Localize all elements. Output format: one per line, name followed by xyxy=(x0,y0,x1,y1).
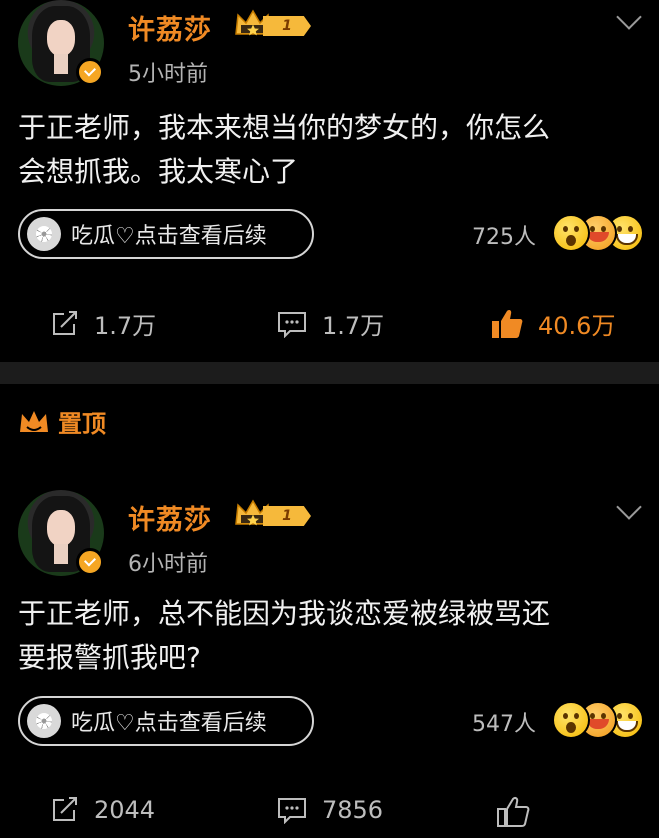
emoji-icon xyxy=(552,701,590,739)
post-text: 于正老师，我本来想当你的梦女的，你怎么 会想抓我。我太寒心了 xyxy=(18,106,638,194)
post-text-line: 要报警抓我吧? xyxy=(18,641,201,674)
repost-icon xyxy=(53,310,77,335)
like-icon xyxy=(497,797,530,827)
comment-count: 7856 xyxy=(322,796,384,824)
section-divider xyxy=(0,362,659,384)
follow-up-pill-button[interactable]: 吃瓜♡点击查看后续 xyxy=(18,209,314,259)
pill-label: 吃瓜♡点击查看后续 xyxy=(71,711,267,736)
username[interactable]: 许荔莎 xyxy=(128,498,212,537)
post-text-line: 于正老师，总不能因为我谈恋爱被绿被骂还 xyxy=(18,597,551,630)
verified-badge-icon xyxy=(76,58,104,86)
like-count: 40.6万 xyxy=(538,312,616,340)
reaction-emojis[interactable] xyxy=(552,214,644,254)
pinned-label: 置顶 xyxy=(18,404,106,439)
repost-count: 1.7万 xyxy=(94,312,157,340)
crown-icon xyxy=(20,410,48,432)
comment-icon xyxy=(278,798,306,824)
repost-button[interactable]: 2044 xyxy=(50,796,155,824)
level-number: 1 xyxy=(263,506,311,526)
repost-count: 2044 xyxy=(94,796,156,824)
reaction-count: 725人 xyxy=(472,225,536,250)
melon-icon xyxy=(27,217,61,251)
post-text: 于正老师，总不能因为我谈恋爱被绿被骂还 要报警抓我吧? xyxy=(18,592,638,680)
like-icon xyxy=(492,309,523,338)
emoji-icon xyxy=(552,214,590,252)
action-bar: 2044 7856 xyxy=(0,796,659,836)
chevron-down-icon[interactable] xyxy=(616,494,642,520)
level-badge: 1 xyxy=(233,498,313,528)
reaction-count: 547人 xyxy=(472,712,536,737)
level-number: 1 xyxy=(263,16,311,36)
melon-icon xyxy=(27,704,61,738)
like-button[interactable]: 40.6万 xyxy=(490,306,615,341)
verified-badge-icon xyxy=(76,548,104,576)
reaction-emojis[interactable] xyxy=(552,701,644,741)
post-text-line: 于正老师，我本来想当你的梦女的，你怎么 xyxy=(18,111,551,144)
comment-icon xyxy=(278,311,306,338)
chevron-down-icon[interactable] xyxy=(616,4,642,30)
username[interactable]: 许荔莎 xyxy=(128,8,212,47)
post-text-line: 会想抓我。我太寒心了 xyxy=(18,155,299,188)
like-button[interactable] xyxy=(496,796,544,828)
level-badge: 1 xyxy=(233,8,313,38)
post-time: 5小时前 xyxy=(128,62,208,87)
repost-icon xyxy=(53,797,77,821)
pill-label: 吃瓜♡点击查看后续 xyxy=(71,224,267,249)
action-bar: 1.7万 1.7万 40.6万 xyxy=(0,306,659,346)
post-time: 6小时前 xyxy=(128,552,208,577)
comment-button[interactable]: 1.7万 xyxy=(276,306,384,341)
comment-count: 1.7万 xyxy=(322,312,385,340)
follow-up-pill-button[interactable]: 吃瓜♡点击查看后续 xyxy=(18,696,314,746)
repost-button[interactable]: 1.7万 xyxy=(50,306,156,341)
comment-button[interactable]: 7856 xyxy=(276,796,383,824)
pinned-text: 置顶 xyxy=(58,410,106,438)
